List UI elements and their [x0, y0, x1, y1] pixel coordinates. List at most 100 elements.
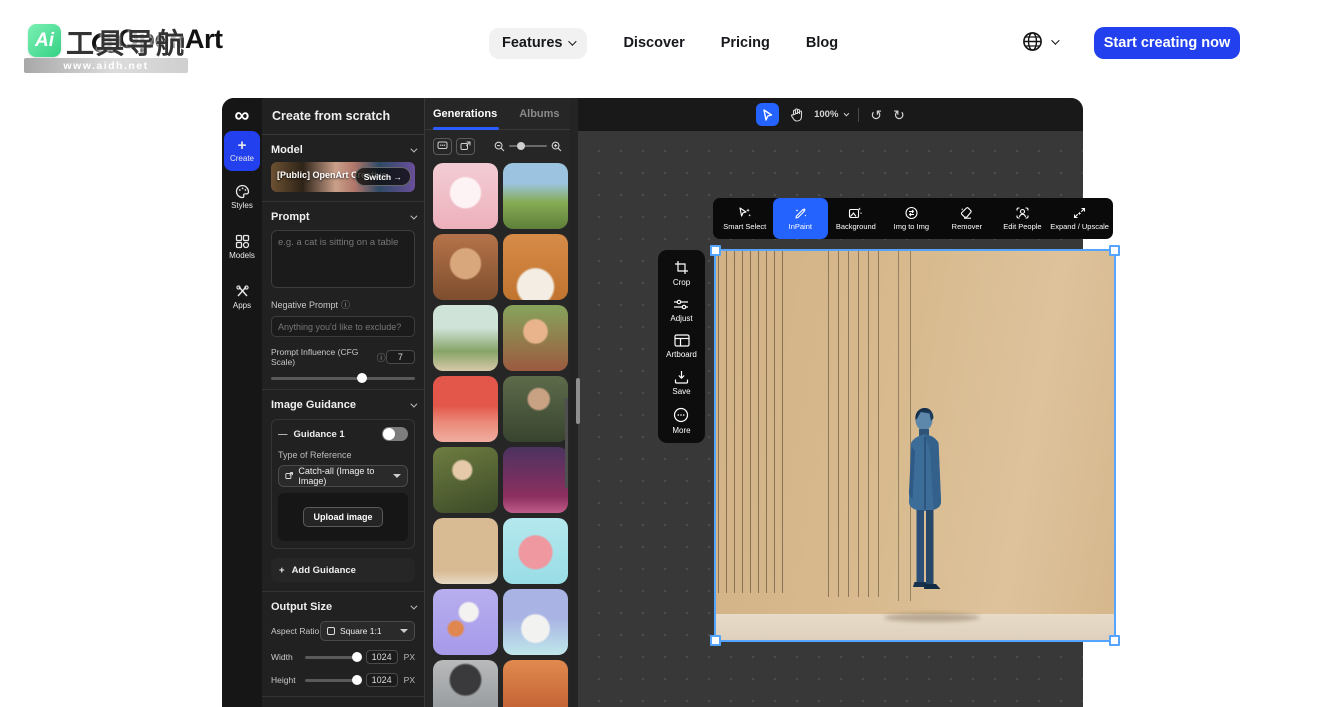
- image-guidance-header[interactable]: Image Guidance: [271, 399, 415, 411]
- tool-label: More: [672, 426, 690, 435]
- generation-thumbnail[interactable]: [433, 589, 498, 655]
- width-value[interactable]: 1024: [366, 650, 398, 664]
- generation-thumbnail[interactable]: [433, 376, 498, 442]
- sidebar-item-styles[interactable]: Styles: [224, 184, 260, 210]
- crop-tool[interactable]: Crop: [673, 260, 690, 287]
- upload-dropzone[interactable]: Upload image: [278, 493, 408, 541]
- more-tool[interactable]: More: [672, 407, 690, 435]
- info-icon: ⓘ: [341, 298, 350, 311]
- artboard-tool[interactable]: Artboard: [666, 334, 697, 359]
- zoom-out-icon[interactable]: [494, 141, 505, 152]
- tool-img-to-img[interactable]: Img to Img: [884, 198, 940, 239]
- undo-icon[interactable]: ↺: [870, 108, 882, 122]
- generation-thumbnail[interactable]: [503, 589, 568, 655]
- man-figure: [894, 407, 952, 619]
- model-section-header[interactable]: Model: [271, 144, 415, 156]
- generation-thumbnail[interactable]: [433, 660, 498, 707]
- panel-resize-handle[interactable]: [576, 378, 580, 424]
- divider: [262, 591, 424, 592]
- tool-expand-upscale[interactable]: Expand / Upscale: [1050, 198, 1109, 239]
- sidebar-item-apps[interactable]: Apps: [224, 284, 260, 310]
- nav-blog[interactable]: Blog: [806, 35, 838, 51]
- cfg-slider[interactable]: [271, 377, 415, 380]
- generation-thumbnail[interactable]: [433, 518, 498, 584]
- slider-knob[interactable]: [352, 675, 362, 685]
- generation-thumbnail[interactable]: [433, 305, 498, 371]
- aspect-ratio-dropdown[interactable]: Square 1:1: [320, 621, 415, 641]
- watermark-url: www.aidh.net: [63, 60, 148, 72]
- hand-tool-icon[interactable]: [790, 108, 803, 122]
- tool-inpaint[interactable]: InPaint: [773, 198, 829, 239]
- collapse-icon[interactable]: —: [278, 429, 288, 440]
- start-creating-button[interactable]: Start creating now: [1094, 27, 1240, 59]
- generation-thumbnail[interactable]: [503, 376, 568, 442]
- generation-thumbnail[interactable]: [503, 305, 568, 371]
- tool-label: Remover: [952, 222, 982, 231]
- nav-features[interactable]: Features: [489, 28, 587, 59]
- divider: [262, 201, 424, 202]
- generation-thumbnail[interactable]: [503, 234, 568, 300]
- tab-generations[interactable]: Generations: [433, 108, 497, 120]
- selection-handle-bottom-right[interactable]: [1109, 635, 1120, 646]
- sidebar-item-create[interactable]: + Create: [224, 131, 260, 171]
- select-tool-button[interactable]: [756, 103, 779, 126]
- redo-icon[interactable]: ↻: [893, 108, 905, 122]
- model-switch-button[interactable]: Switch →: [355, 167, 411, 186]
- zoom-level-dropdown[interactable]: 100%: [814, 109, 847, 120]
- scrollbar-thumb[interactable]: [565, 398, 568, 488]
- reference-type-dropdown[interactable]: Catch-all (Image to Image): [278, 465, 408, 487]
- sidebar-item-models[interactable]: Models: [224, 234, 260, 260]
- rail-label: Models: [229, 251, 255, 260]
- slider-knob[interactable]: [517, 142, 525, 150]
- tool-label: Expand / Upscale: [1050, 222, 1109, 231]
- height-value[interactable]: 1024: [366, 673, 398, 687]
- create-panel: Create from scratch Model [Public] OpenA…: [262, 98, 425, 707]
- cfg-value[interactable]: 7: [386, 350, 415, 364]
- generation-thumbnail[interactable]: [503, 447, 568, 513]
- generation-thumbnail[interactable]: [503, 163, 568, 229]
- zoom-in-icon[interactable]: [551, 141, 562, 152]
- adjust-tool[interactable]: Adjust: [670, 298, 692, 323]
- nav-links: Features Discover Pricing Blog: [489, 27, 838, 59]
- slider-knob[interactable]: [357, 373, 367, 383]
- upload-image-button[interactable]: Upload image: [303, 507, 382, 527]
- tab-albums[interactable]: Albums: [519, 108, 559, 120]
- prompt-bubble-icon[interactable]: [433, 138, 452, 155]
- tool-remover[interactable]: Remover: [939, 198, 995, 239]
- openart-infinity-icon[interactable]: ∞: [222, 104, 262, 128]
- generation-thumbnail[interactable]: [433, 234, 498, 300]
- selection-handle-bottom-left[interactable]: [710, 635, 721, 646]
- language-selector[interactable]: [1022, 31, 1057, 52]
- selected-artwork-image[interactable]: [716, 251, 1114, 640]
- zoom-level-value: 100%: [814, 109, 838, 120]
- height-slider[interactable]: [305, 679, 360, 682]
- output-size-header[interactable]: Output Size: [271, 601, 415, 613]
- generation-thumbnail[interactable]: [433, 163, 498, 229]
- width-slider[interactable]: [305, 656, 360, 659]
- chevron-down-icon: [569, 37, 577, 45]
- send-to-canvas-icon[interactable]: [456, 138, 475, 155]
- zoom-slider[interactable]: [509, 145, 547, 147]
- save-tool[interactable]: Save: [672, 370, 690, 396]
- chevron-down-icon: [410, 145, 417, 152]
- generation-thumbnail[interactable]: [433, 447, 498, 513]
- nav-discover[interactable]: Discover: [623, 35, 684, 51]
- tool-smart-select[interactable]: Smart Select: [717, 198, 773, 239]
- guidance-toggle[interactable]: [382, 427, 408, 441]
- prompt-input[interactable]: e.g. a cat is sitting on a table: [271, 230, 415, 288]
- chevron-down-icon: [410, 602, 417, 609]
- nav-pricing[interactable]: Pricing: [721, 35, 770, 51]
- model-selector[interactable]: [Public] OpenArt Creative Switch →: [271, 162, 415, 192]
- output-size-label: Output Size: [271, 601, 332, 613]
- add-guidance-button[interactable]: + Add Guidance: [271, 558, 415, 582]
- guidance-label: Guidance 1: [294, 429, 345, 440]
- tool-edit-people[interactable]: Edit People: [995, 198, 1051, 239]
- generation-thumbnail[interactable]: [503, 660, 568, 707]
- selection-handle-top-left[interactable]: [710, 245, 721, 256]
- prompt-section-header[interactable]: Prompt: [271, 211, 415, 223]
- slider-knob[interactable]: [352, 652, 362, 662]
- tool-background[interactable]: Background: [828, 198, 884, 239]
- selection-handle-top-right[interactable]: [1109, 245, 1120, 256]
- generation-thumbnail[interactable]: [503, 518, 568, 584]
- negative-prompt-input[interactable]: Anything you'd like to exclude?: [271, 316, 415, 337]
